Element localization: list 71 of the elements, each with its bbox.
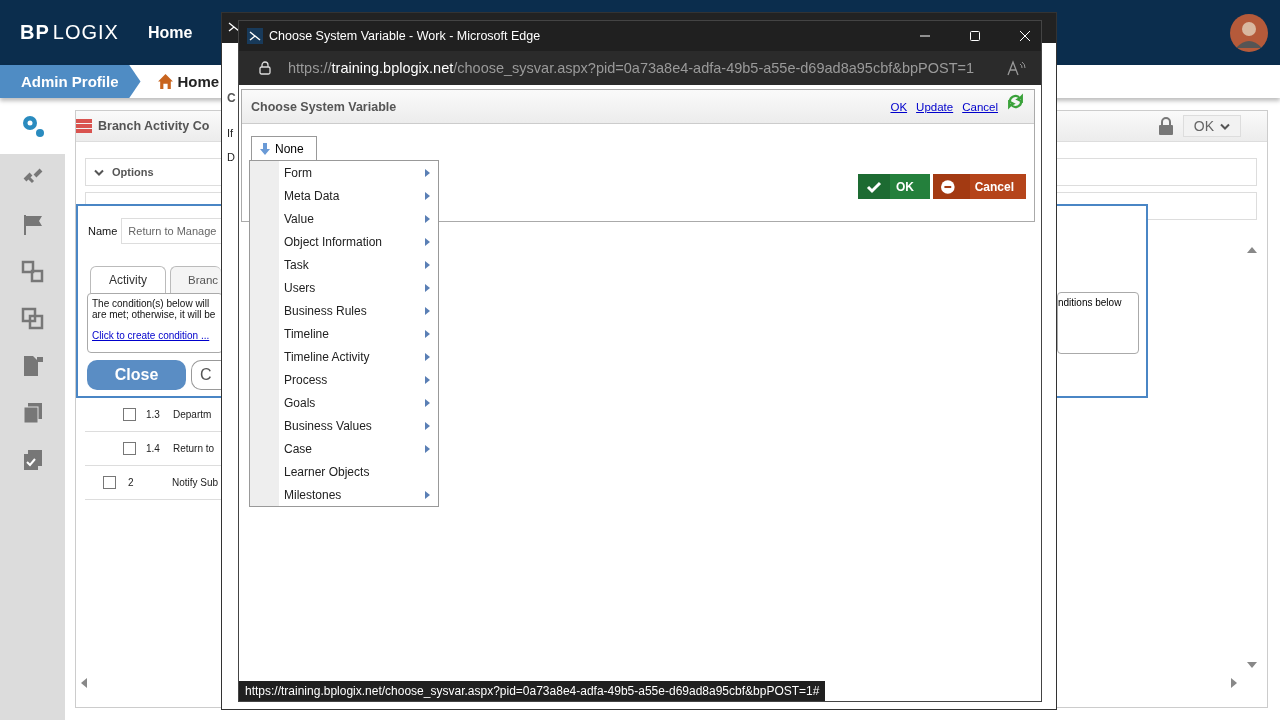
- row-number: 1.3: [146, 409, 161, 420]
- menu-item[interactable]: Learner Objects: [250, 460, 438, 483]
- cancel-button[interactable]: Cancel: [933, 174, 1026, 199]
- chevron-icon: [94, 168, 104, 176]
- dialog-title: Choose System Variable: [251, 99, 397, 114]
- panel-title: Branch Activity Co: [98, 119, 210, 133]
- menu-item[interactable]: Timeline: [250, 322, 438, 345]
- header-link[interactable]: OK: [890, 100, 908, 113]
- menu-item[interactable]: Business Rules: [250, 299, 438, 322]
- menu-item[interactable]: Goals: [250, 391, 438, 414]
- ok-dropdown[interactable]: OK: [1182, 115, 1241, 137]
- logo[interactable]: BP LOGIX: [20, 21, 130, 44]
- form-label: D: [227, 151, 235, 163]
- checkbox[interactable]: [123, 442, 136, 455]
- breadcrumb-link[interactable]: Home: [156, 73, 220, 90]
- row-number: 2: [128, 477, 135, 488]
- window-title: Choose System Variable - Work - Microsoft Edge: [269, 29, 541, 43]
- avatar[interactable]: [1230, 13, 1268, 52]
- header-link[interactable]: Cancel: [962, 100, 998, 113]
- minus-icon: [941, 178, 955, 195]
- down-arrow-icon: [260, 143, 270, 155]
- chevron-icon: [1220, 122, 1230, 130]
- create-condition-link[interactable]: Click to create condition ...: [92, 330, 222, 341]
- scroll-down-icon[interactable]: [1247, 662, 1257, 668]
- scroll-left-icon[interactable]: [81, 678, 87, 688]
- server-icon: [76, 119, 92, 133]
- menu-item[interactable]: Process: [250, 368, 438, 391]
- menu-item[interactable]: Value: [250, 207, 438, 230]
- checkbox[interactable]: [123, 408, 136, 421]
- form-label: If: [227, 127, 234, 139]
- breadcrumb-link[interactable]: Admin Profile: [0, 65, 141, 98]
- condition-text: are met; otherwise, it will be: [92, 309, 217, 320]
- menu-item[interactable]: Business Values: [250, 414, 438, 437]
- row-name: Notify Sub: [172, 477, 219, 488]
- row-number: 1.4: [146, 443, 161, 454]
- checkbox[interactable]: [103, 476, 116, 489]
- menu-item[interactable]: Timeline Activity: [250, 345, 438, 368]
- home-icon: [156, 73, 174, 90]
- tab[interactable]: Branc: [170, 266, 221, 293]
- menu-item[interactable]: Meta Data: [250, 184, 438, 207]
- sidebar-item[interactable]: [0, 98, 65, 154]
- row-name: Return to: [173, 443, 215, 454]
- scroll-right-icon[interactable]: [1231, 678, 1237, 688]
- menu-item[interactable]: Object Information: [250, 230, 438, 253]
- button[interactable]: C: [191, 360, 221, 390]
- menu-item[interactable]: Users: [250, 276, 438, 299]
- menu-item[interactable]: Milestones: [250, 483, 438, 506]
- close-icon[interactable]: [1019, 30, 1031, 42]
- lock-icon: [259, 61, 271, 75]
- row-name: Departm: [173, 409, 212, 420]
- variable-dropdown[interactable]: None: [251, 136, 317, 161]
- condition-text: nditions below: [1058, 297, 1122, 308]
- status-url: https://training.bplogix.net/choose_sysvar.aspx?pid=0a73a8e4-adfa-49b5-a55e-d69ad8a95cbf&bpPOST=1#: [239, 681, 826, 701]
- name-label: Name: [88, 225, 118, 237]
- nav-link[interactable]: Home: [148, 23, 193, 42]
- tab[interactable]: Activity: [90, 266, 166, 293]
- refresh-icon[interactable]: [1007, 93, 1024, 110]
- ok-button[interactable]: OK: [858, 174, 930, 199]
- form-label: C: [227, 91, 236, 105]
- header-link[interactable]: Update: [916, 100, 954, 113]
- menu-item[interactable]: Task: [250, 253, 438, 276]
- copy-icon: [20, 306, 45, 331]
- menu-item[interactable]: Case: [250, 437, 438, 460]
- maximize-icon[interactable]: [969, 30, 981, 42]
- read-aloud-icon[interactable]: [1007, 60, 1027, 76]
- scroll-up-icon[interactable]: [1247, 247, 1257, 253]
- app-icon: [247, 28, 263, 44]
- steps-icon: [20, 259, 45, 284]
- menu-item[interactable]: Form: [250, 161, 438, 184]
- lock-icon: [1158, 117, 1173, 135]
- condition-text: The condition(s) below will: [92, 298, 210, 309]
